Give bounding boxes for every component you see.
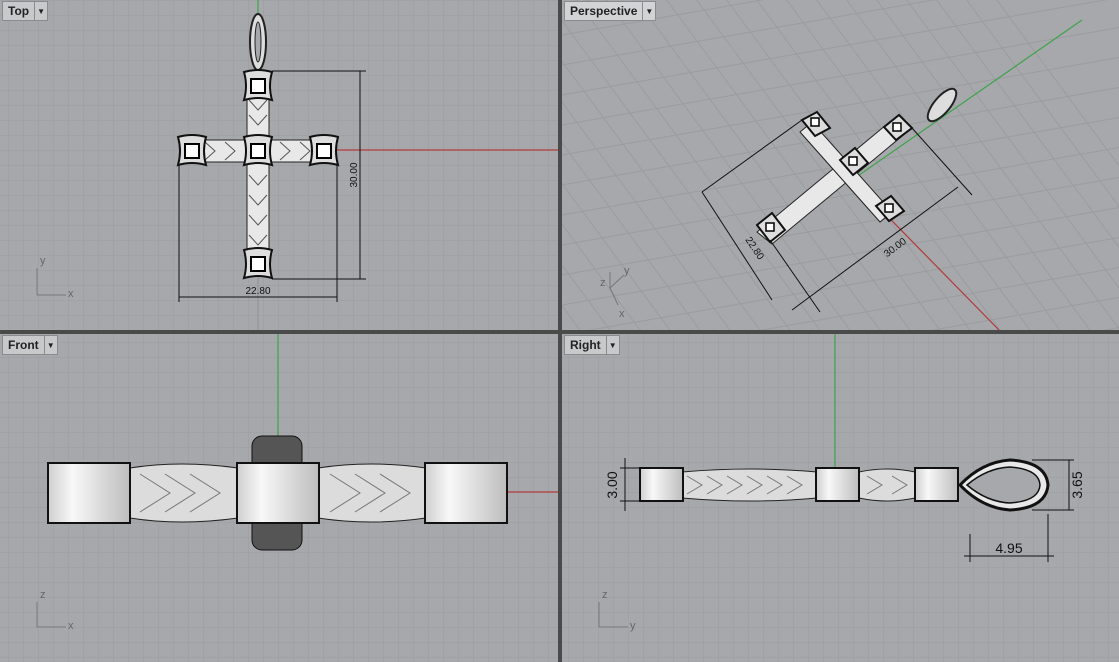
perspective-grid: 22.80 30.00 z y x [562, 0, 1119, 330]
triangle-down-icon[interactable]: ▼ [34, 2, 47, 20]
viewport-top[interactable]: 30.00 22.80 y x Top ▼ [0, 0, 558, 330]
dim-b-label: 30.00 [882, 236, 909, 260]
viewport-perspective[interactable]: 22.80 30.00 z y x Perspective ▼ [562, 0, 1119, 330]
axis-widget [609, 272, 625, 306]
dim-right-label: 3.65 [1069, 471, 1085, 498]
viewport-front[interactable]: z x Front ▼ [0, 334, 558, 662]
viewport-title-right: Right [570, 338, 601, 352]
front-grid: z x [0, 334, 558, 662]
viewport-title-front: Front [8, 338, 39, 352]
axis-label-y: y [624, 265, 630, 277]
viewport-title-perspective: Perspective [570, 4, 638, 18]
viewport-tab-perspective[interactable]: Perspective ▼ [564, 1, 657, 21]
dim-left-label: 3.00 [604, 471, 620, 498]
top-grid: 30.00 22.80 y x [0, 0, 558, 330]
axis-label-x: x [68, 620, 74, 632]
axis-label-z: z [600, 277, 606, 289]
axis-label-z: z [40, 589, 46, 601]
viewport-tab-top[interactable]: Top ▼ [2, 1, 49, 21]
viewport-tab-front[interactable]: Front ▼ [2, 335, 58, 355]
viewport-right[interactable]: 3.00 3.65 4.95 z y Right ▼ [562, 334, 1119, 662]
triangle-down-icon[interactable]: ▼ [605, 336, 619, 354]
axis-label-x: x [68, 288, 74, 300]
axis-label-x: x [619, 308, 625, 320]
viewport-title-top: Top [8, 4, 30, 18]
dim-height-label: 30.00 [349, 162, 360, 187]
viewport-tab-right[interactable]: Right ▼ [564, 335, 620, 355]
right-grid: 3.00 3.65 4.95 z y [562, 334, 1119, 662]
dim-a-label: 22.80 [743, 235, 766, 262]
dim-width-label: 22.80 [245, 286, 270, 297]
axis-label-y: y [630, 620, 636, 632]
triangle-down-icon[interactable]: ▼ [642, 2, 655, 20]
triangle-down-icon[interactable]: ▼ [43, 336, 57, 354]
axis-label-y: y [40, 255, 46, 267]
axis-label-z: z [602, 589, 608, 601]
dim-bottom-label: 4.95 [995, 540, 1022, 556]
